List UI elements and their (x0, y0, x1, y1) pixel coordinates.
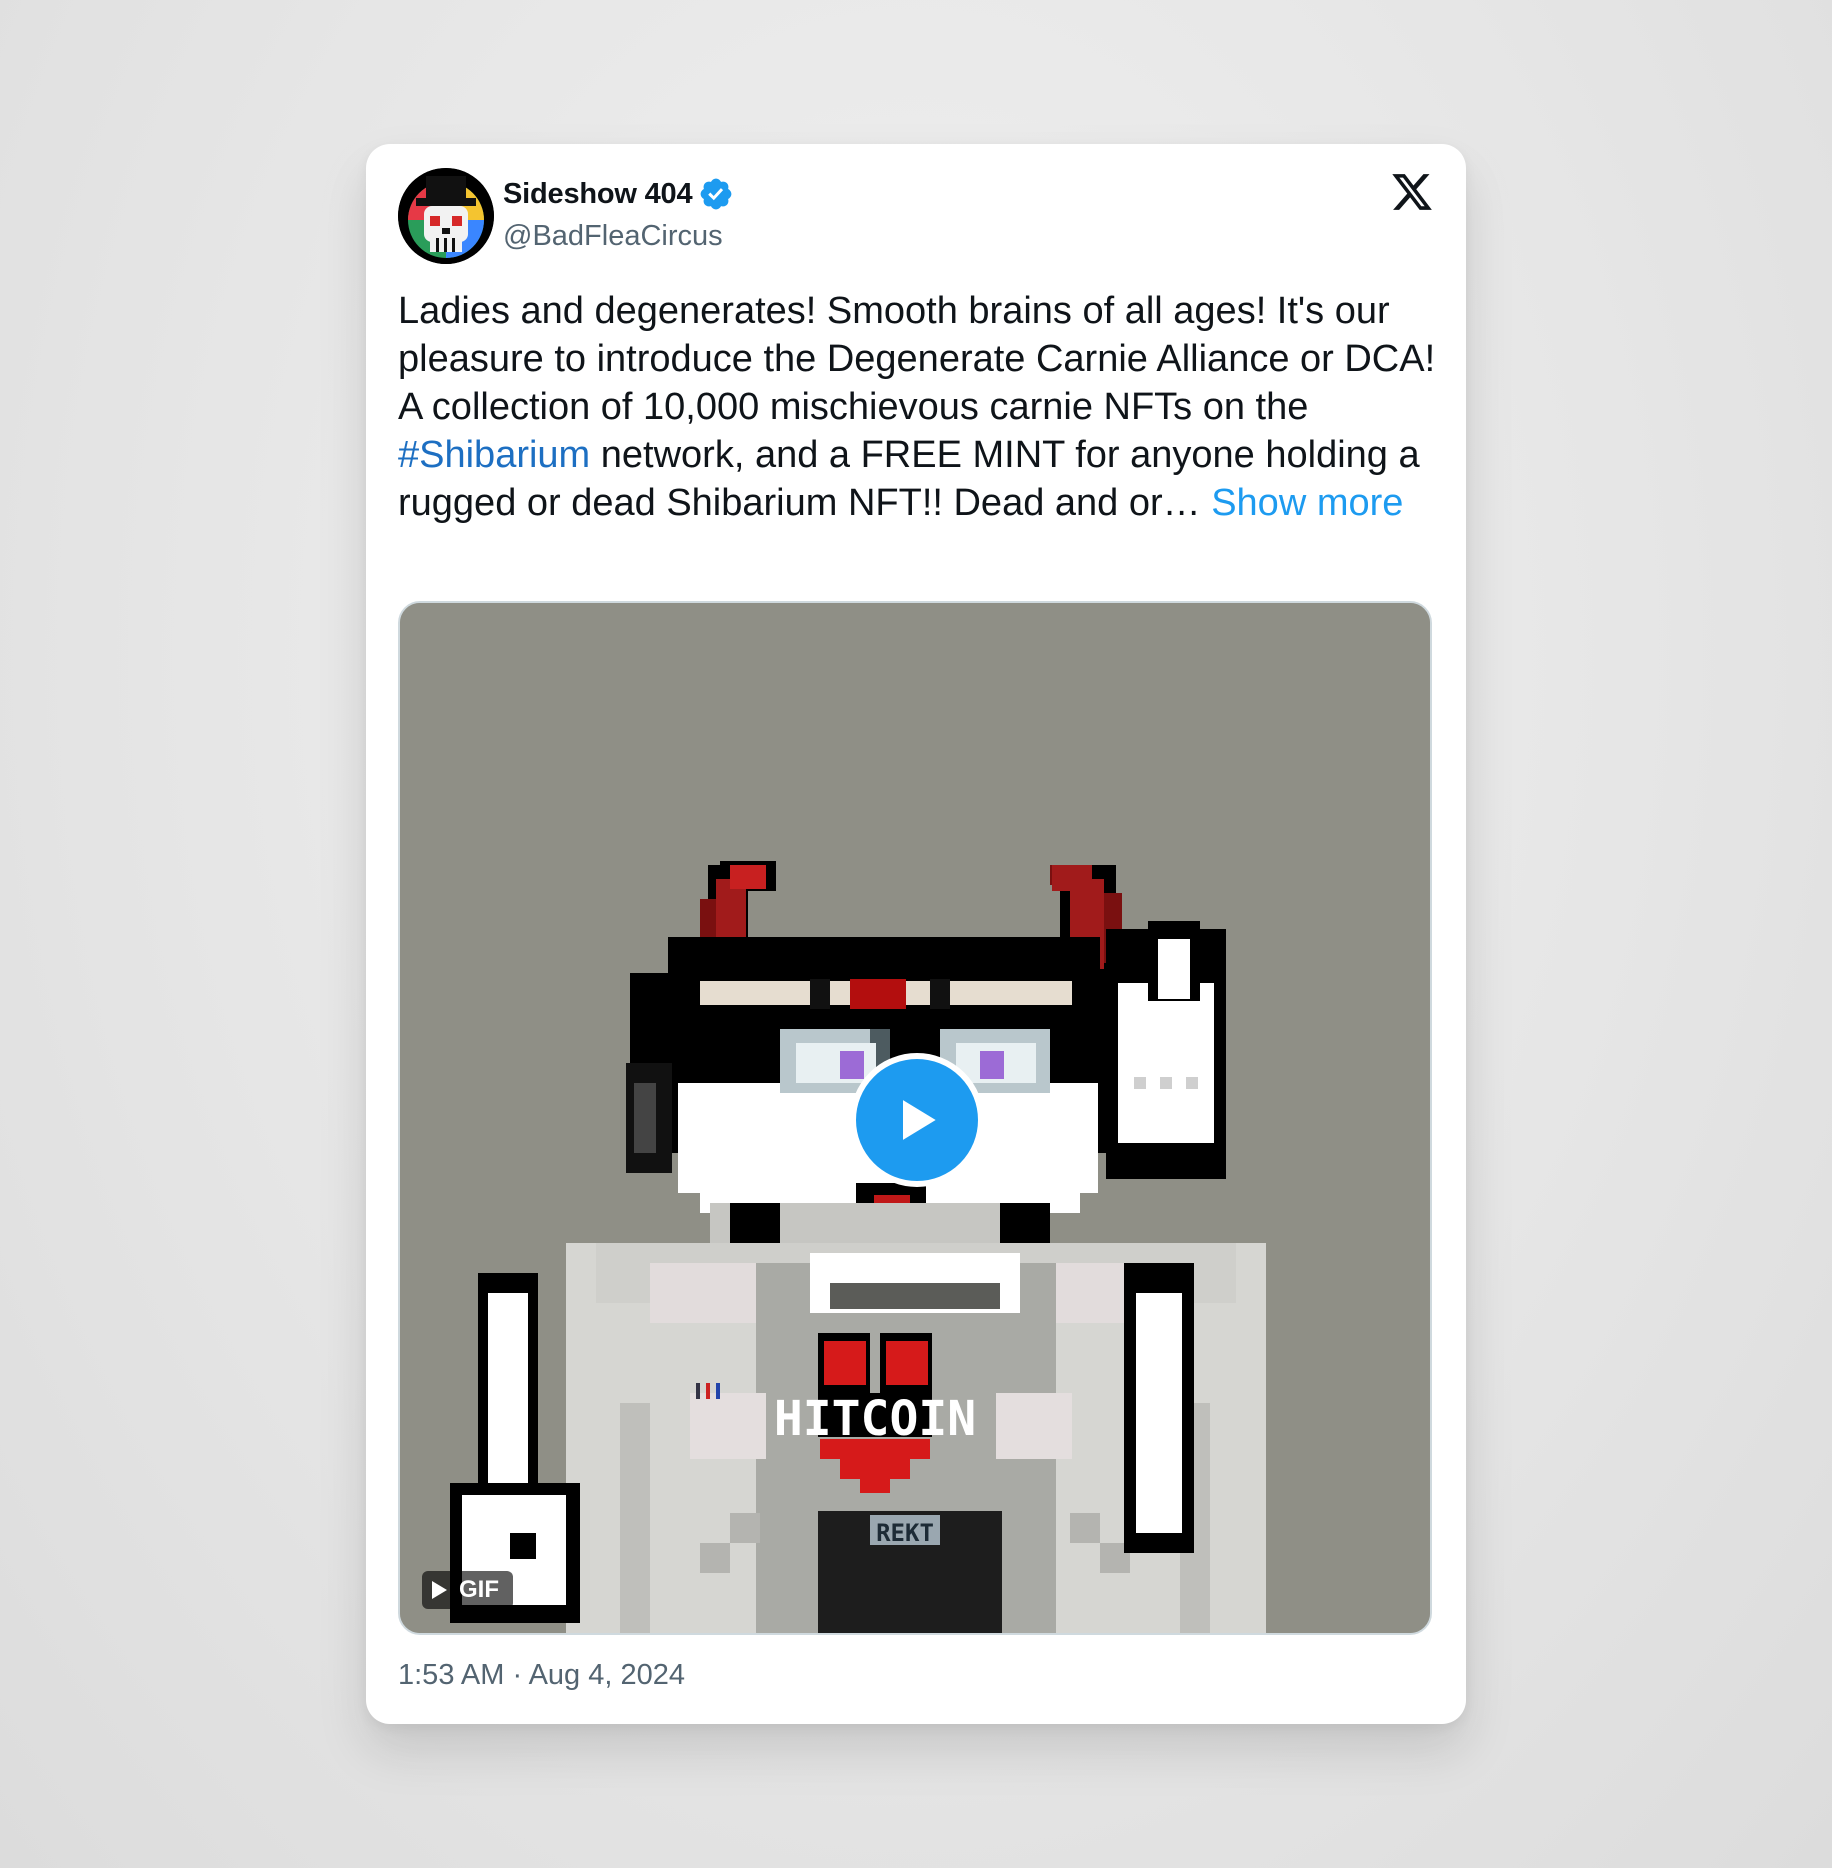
play-icon (903, 1100, 936, 1140)
gif-badge: GIF (422, 1571, 513, 1609)
belt-text: REKT (876, 1519, 934, 1547)
shirt-text: HITCOIN (774, 1391, 976, 1447)
tweet-timestamp[interactable]: 1:53 AM · Aug 4, 2024 (398, 1659, 685, 1692)
author-handle[interactable]: @BadFleaCircus (503, 220, 723, 253)
author-display-name[interactable]: Sideshow 404 (503, 178, 693, 211)
hashtag-link[interactable]: #Shibarium (398, 434, 590, 476)
skull-top-hat-avatar-icon (398, 168, 494, 264)
gif-label: GIF (459, 1576, 499, 1603)
author-name-row[interactable]: Sideshow 404 (503, 176, 734, 212)
show-more-link[interactable]: Show more (1211, 482, 1403, 524)
author-avatar[interactable] (398, 168, 494, 264)
verified-badge-icon (701, 178, 732, 210)
play-button[interactable] (850, 1053, 984, 1187)
tweet-card[interactable]: Sideshow 404 @BadFleaCircus Ladies and d… (366, 144, 1466, 1724)
tweet-text: Ladies and degenerates! Smooth brains of… (398, 287, 1448, 527)
x-logo-icon[interactable] (1390, 170, 1434, 214)
tweet-text-part-1: Ladies and degenerates! Smooth brains of… (398, 290, 1436, 428)
small-play-icon (432, 1581, 447, 1599)
tweet-media-gif[interactable]: HITCOIN REKT GIF (398, 601, 1432, 1635)
